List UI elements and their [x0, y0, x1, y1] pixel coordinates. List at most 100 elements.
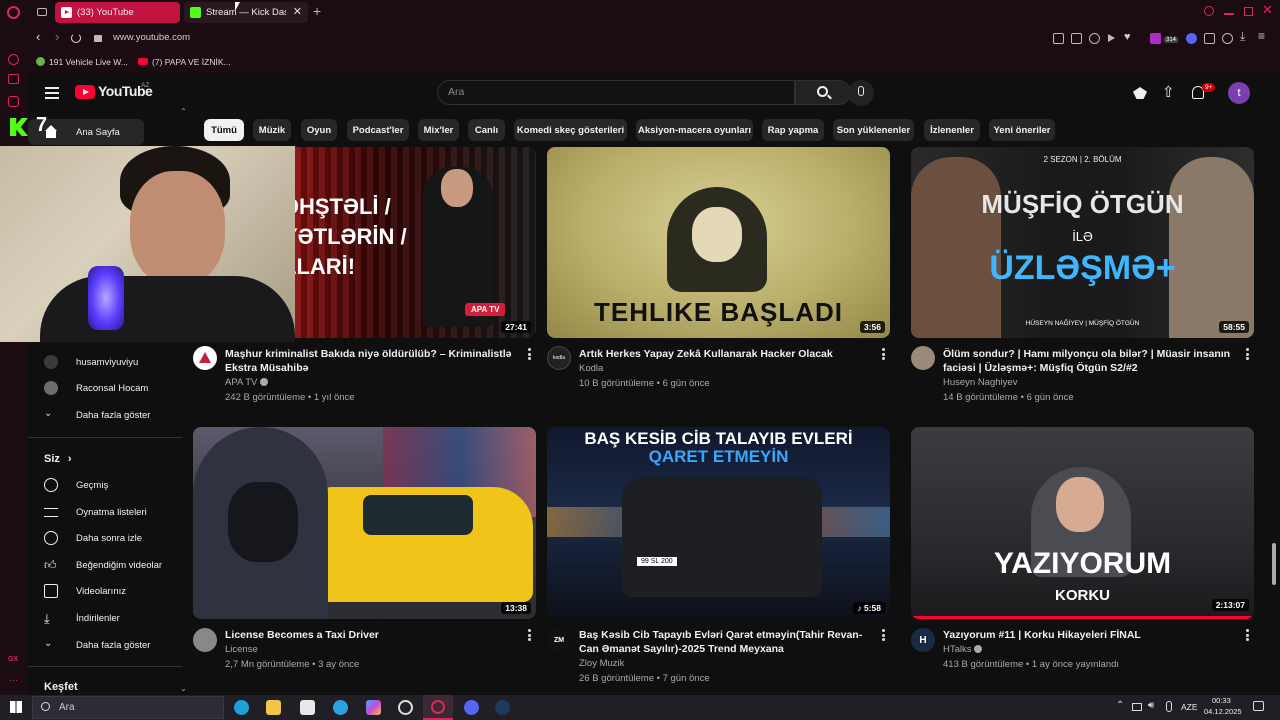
channel-name[interactable]: Kodla — [579, 361, 603, 376]
sidebar-bag-icon[interactable] — [8, 74, 19, 84]
page-scrollbar[interactable] — [1272, 543, 1276, 585]
video-more-options-icon[interactable] — [882, 629, 886, 641]
tab-kick-dashboard[interactable]: Stream — Kick Dashbo ✕ — [184, 2, 308, 23]
channel-name[interactable]: APA TV — [225, 375, 269, 390]
edge-icon[interactable] — [234, 700, 249, 715]
sidebar-item-downloads[interactable]: ⤓ İndirilenler — [28, 605, 178, 631]
notification-center-icon[interactable] — [1253, 701, 1264, 711]
sidebar-aria-icon[interactable] — [8, 54, 19, 65]
voice-search-button[interactable] — [848, 80, 874, 106]
video-title[interactable]: Artık Herkes Yapay Zekâ Kullanarak Hacke… — [579, 347, 869, 361]
channel-name[interactable]: HTalks — [943, 642, 983, 657]
channel-avatar[interactable]: ZM — [547, 628, 571, 652]
heart-icon[interactable]: ♥ — [1124, 31, 1131, 43]
avatar[interactable]: t — [1228, 82, 1250, 104]
chip-watched[interactable]: İzlenenler — [924, 119, 980, 141]
sidebar-scroll-up-icon[interactable]: ⌃ — [180, 107, 187, 116]
explore-section-header[interactable]: Keşfet — [44, 681, 78, 693]
video-title[interactable]: Ölüm sondur? | Hamı milyonçu ola bilər? … — [943, 347, 1243, 375]
reload-icon[interactable] — [71, 33, 81, 43]
sidebar-item-subscription[interactable]: Raconsal Hocam — [28, 375, 178, 401]
sidebar-item-liked-videos[interactable]: 👍︎ Beğendiğim videolar — [28, 552, 178, 578]
channel-name[interactable]: Zloy Muzik — [579, 656, 624, 671]
chip-podcasts[interactable]: Podcast'ler — [347, 119, 409, 141]
youtube-logo-icon[interactable] — [75, 85, 95, 99]
bookmark-vehicle[interactable]: 191 Vehicle Live W... — [49, 57, 128, 67]
copilot-icon[interactable] — [366, 700, 381, 715]
chip-new-to-you[interactable]: Yeni öneriler — [989, 119, 1055, 141]
profile-icon[interactable] — [1222, 33, 1233, 44]
channel-avatar[interactable]: H — [911, 628, 935, 652]
chip-mixes[interactable]: Mix'ler — [418, 119, 459, 141]
snapshot-icon[interactable] — [1071, 33, 1082, 44]
search-box[interactable] — [437, 80, 795, 105]
extension-twitch-icon[interactable] — [1150, 33, 1161, 44]
sidebar-item-subscription[interactable]: husamviyuviyu — [28, 349, 178, 375]
video-more-options-icon[interactable] — [528, 348, 532, 360]
hamburger-menu-icon[interactable] — [45, 87, 59, 99]
video-title[interactable]: Yazıyorum #11 | Korku Hikayeleri FİNAL — [943, 628, 1243, 642]
sidebar-show-more[interactable]: ⌄ Daha fazla göster — [28, 402, 178, 428]
discord-icon[interactable] — [1186, 33, 1197, 44]
obs-icon[interactable] — [398, 700, 413, 715]
file-explorer-icon[interactable] — [266, 700, 281, 715]
upload-icon[interactable]: ⇧ — [1162, 83, 1175, 101]
sidebar-item-playlists[interactable]: Oynatma listeleri — [28, 499, 178, 525]
sidebar-gx-icon[interactable]: GX — [8, 656, 18, 663]
video-more-options-icon[interactable] — [882, 348, 886, 360]
forward-icon[interactable]: › — [55, 29, 59, 44]
create-icon[interactable] — [1133, 87, 1147, 99]
tray-chevron-icon[interactable]: ⌃ — [1116, 700, 1124, 711]
close-window-icon[interactable]: ✕ — [1262, 2, 1273, 18]
search-input[interactable]: Ara — [448, 86, 464, 98]
store-icon[interactable] — [300, 700, 315, 715]
video-title[interactable]: Baş Kəsib Cib Tapayıb Evləri Qarət etməy… — [579, 628, 874, 656]
sidebar-scroll-down-icon[interactable]: ⌄ — [180, 684, 187, 693]
menu-icon[interactable]: ≡ — [1258, 29, 1265, 43]
chip-rap[interactable]: Rap yapma — [762, 119, 824, 141]
chip-live[interactable]: Canlı — [468, 119, 505, 141]
you-section-header[interactable]: Siz › — [44, 453, 72, 465]
video-more-options-icon[interactable] — [528, 629, 532, 641]
video-thumbnail[interactable]: BAŞ KESİB CİB TALAYIB EVLERİ QARET ETMEY… — [547, 427, 890, 619]
sidebar-item-history[interactable]: Geçmiş — [28, 472, 178, 498]
telegram-icon[interactable] — [333, 700, 348, 715]
taskbar-search-input[interactable]: Ara — [59, 702, 75, 713]
network-icon[interactable] — [1132, 703, 1142, 711]
channel-avatar[interactable] — [193, 628, 217, 652]
clock-time[interactable]: 00:33 — [1212, 696, 1231, 705]
video-thumbnail[interactable]: TEHLIKE BAŞLADI 3:56 — [547, 147, 890, 338]
url-field[interactable]: www.youtube.com — [113, 32, 190, 43]
video-thumbnail[interactable]: 13:38 — [193, 427, 536, 619]
taskbar-search-box[interactable]: Ara — [32, 696, 224, 719]
steam-icon[interactable] — [495, 700, 510, 715]
chip-music[interactable]: Müzik — [253, 119, 291, 141]
chip-all[interactable]: Tümü — [204, 119, 244, 141]
chip-action-adventure[interactable]: Aksiyon-macera oyunları — [636, 119, 753, 141]
chip-gaming[interactable]: Oyun — [301, 119, 337, 141]
shield-icon[interactable] — [1089, 33, 1100, 44]
video-thumbnail[interactable]: 2 SEZON | 2. BÖLÜM MÜŞFİQ ÖTGÜN İLƏ ÜZLƏ… — [911, 147, 1254, 338]
speaker-icon[interactable]: 🔊︎ — [1148, 700, 1154, 711]
channel-avatar[interactable] — [911, 346, 935, 370]
sidebar-item-watch-later[interactable]: Daha sonra izle — [28, 525, 178, 551]
video-title[interactable]: Maşhur kriminalist Bakıda niyə öldürülüb… — [225, 347, 515, 375]
clock-date[interactable]: 04.12.2025 — [1204, 707, 1242, 716]
back-icon[interactable]: ‹ — [36, 29, 40, 44]
video-more-options-icon[interactable] — [1246, 629, 1250, 641]
tab-search-icon[interactable] — [1204, 6, 1214, 16]
sidebar-instagram-icon[interactable] — [8, 96, 19, 107]
video-more-options-icon[interactable] — [1246, 348, 1250, 360]
close-tab-icon[interactable]: ✕ — [293, 5, 302, 18]
minimize-icon[interactable] — [1224, 13, 1234, 15]
channel-name[interactable]: Huseyn Naghiyev — [943, 375, 1017, 390]
microphone-icon[interactable] — [1166, 701, 1172, 712]
tab-youtube[interactable]: (33) YouTube — [55, 2, 180, 23]
new-tab-icon[interactable]: + — [313, 3, 321, 19]
opera-logo-icon[interactable] — [7, 6, 20, 19]
extensions-icon[interactable] — [1204, 33, 1215, 44]
download-icon[interactable]: ⤓ — [1240, 29, 1245, 44]
chip-comedy[interactable]: Komedi skeç gösterileri — [514, 119, 627, 141]
discord-icon[interactable] — [464, 700, 479, 715]
pin-icon[interactable] — [1053, 33, 1064, 44]
